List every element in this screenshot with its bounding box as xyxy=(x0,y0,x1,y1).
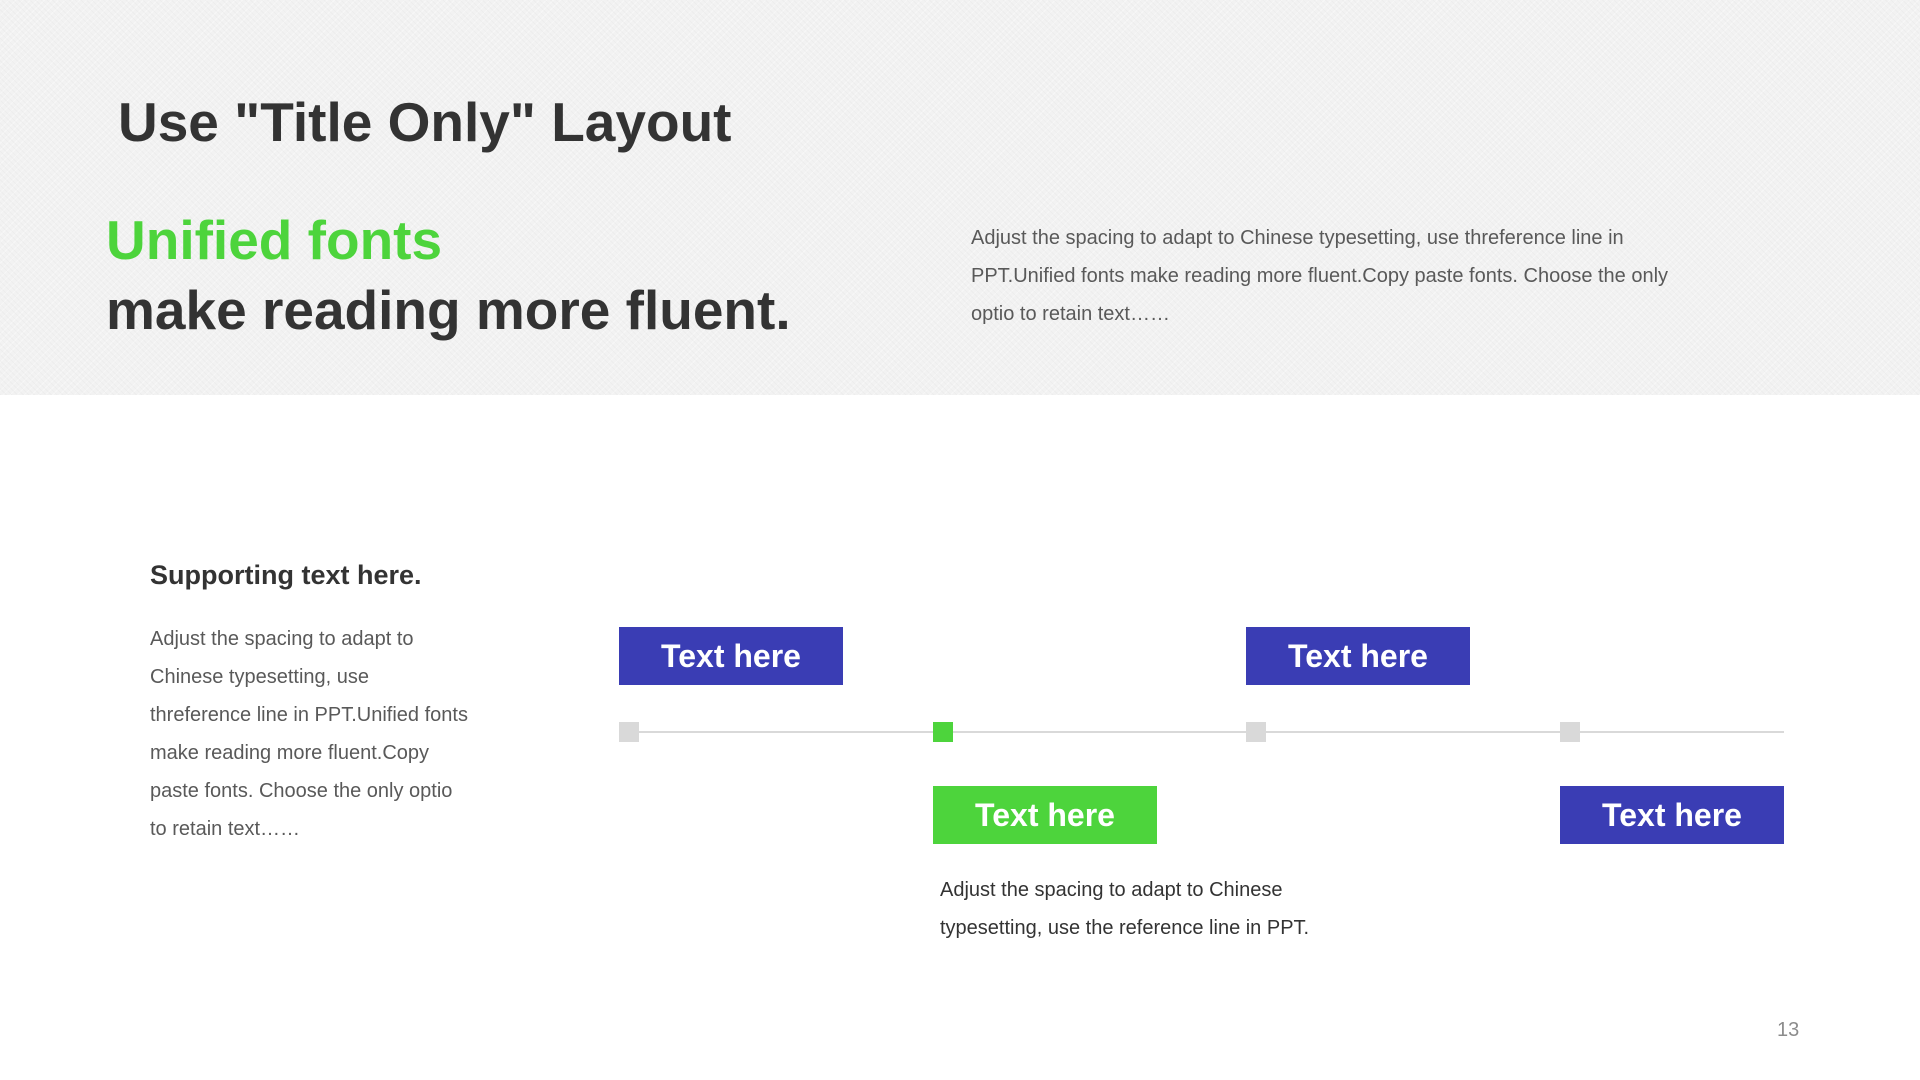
timeline-node-3 xyxy=(1246,722,1266,742)
slide-title: Use "Title Only" Layout xyxy=(118,91,732,153)
headline: Unified fonts make reading more fluent. xyxy=(106,205,791,345)
timeline-node-2-active xyxy=(933,722,953,742)
timeline-label-2: Text here xyxy=(933,786,1157,844)
timeline-label-3: Text here xyxy=(1246,627,1470,685)
timeline-node-1 xyxy=(619,722,639,742)
intro-paragraph: Adjust the spacing to adapt to Chinese t… xyxy=(971,227,1669,325)
supporting-heading: Supporting text here. xyxy=(150,560,422,590)
headline-accent-line: Unified fonts xyxy=(106,209,443,271)
page-number: 13 xyxy=(1777,1019,1800,1041)
timeline-label-1: Text here xyxy=(619,627,843,685)
headline-rest-line: make reading more fluent. xyxy=(106,279,791,341)
timeline-description: Adjust the spacing to adapt to Chinese t… xyxy=(940,879,1310,939)
timeline-node-4 xyxy=(1560,722,1580,742)
timeline-label-4: Text here xyxy=(1560,786,1784,844)
timeline-line xyxy=(619,731,1784,733)
supporting-body: Adjust the spacing to adapt to Chinese t… xyxy=(150,628,468,840)
